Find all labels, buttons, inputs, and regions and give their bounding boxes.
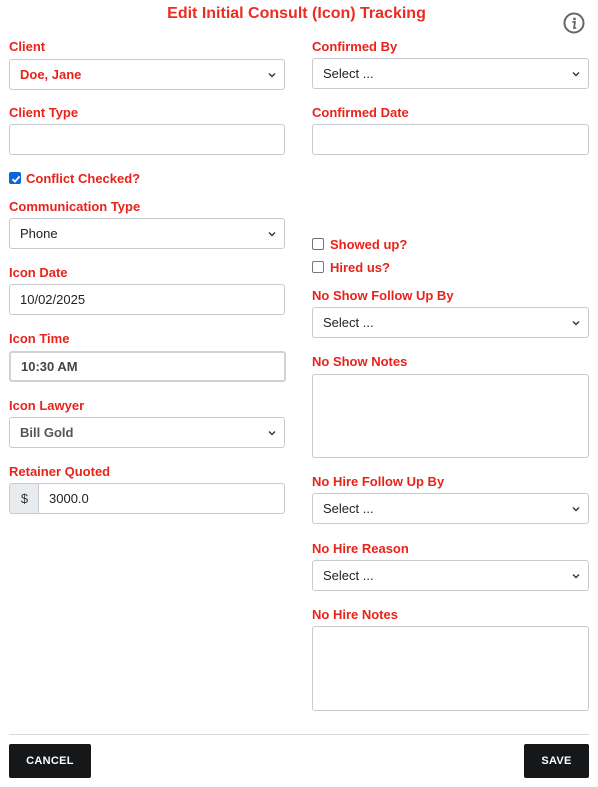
chevron-down-icon bbox=[572, 507, 580, 512]
hired-us-checkbox[interactable] bbox=[312, 261, 324, 273]
confirmed-by-label: Confirmed By bbox=[312, 39, 398, 54]
no-hire-reason-select[interactable]: Select ... bbox=[312, 560, 589, 591]
no-show-follow-up-select[interactable]: Select ... bbox=[312, 307, 589, 338]
icon-lawyer-select[interactable]: Bill Gold bbox=[9, 417, 285, 448]
confirmed-by-value: Select ... bbox=[323, 66, 374, 81]
no-show-notes-textarea[interactable] bbox=[312, 374, 589, 458]
icon-date-value: 10/02/2025 bbox=[20, 292, 86, 307]
icon-date-label: Icon Date bbox=[9, 265, 68, 280]
no-hire-notes-textarea[interactable] bbox=[312, 626, 589, 711]
confirmed-by-select[interactable]: Select ... bbox=[312, 58, 589, 89]
chevron-down-icon bbox=[572, 574, 580, 579]
no-hire-follow-up-value: Select ... bbox=[323, 501, 374, 516]
chevron-down-icon bbox=[572, 72, 580, 77]
communication-type-select[interactable]: Phone bbox=[9, 218, 285, 249]
icon-lawyer-label: Icon Lawyer bbox=[9, 398, 85, 413]
client-label: Client bbox=[9, 39, 46, 54]
no-show-follow-up-value: Select ... bbox=[323, 315, 374, 330]
conflict-checked-label: Conflict Checked? bbox=[26, 171, 141, 186]
no-hire-reason-label: No Hire Reason bbox=[312, 541, 409, 556]
retainer-quoted-value: 3000.0 bbox=[49, 491, 89, 506]
communication-type-value: Phone bbox=[20, 226, 58, 241]
icon-time-field[interactable]: 10:30 AM bbox=[9, 351, 286, 382]
showed-up-checkbox[interactable] bbox=[312, 238, 324, 250]
no-hire-follow-up-label: No Hire Follow Up By bbox=[312, 474, 445, 489]
icon-lawyer-value: Bill Gold bbox=[20, 425, 74, 440]
communication-type-label: Communication Type bbox=[9, 199, 141, 214]
no-hire-follow-up-select[interactable]: Select ... bbox=[312, 493, 589, 524]
confirmed-date-label: Confirmed Date bbox=[312, 105, 409, 120]
checkmark-icon bbox=[11, 175, 21, 183]
conflict-checked-checkbox[interactable] bbox=[9, 172, 21, 184]
no-hire-notes-label: No Hire Notes bbox=[312, 607, 398, 622]
chevron-down-icon bbox=[268, 232, 276, 237]
retainer-quoted-field[interactable]: 3000.0 bbox=[38, 483, 285, 514]
retainer-quoted-label: Retainer Quoted bbox=[9, 464, 111, 479]
client-select[interactable]: Doe, Jane bbox=[9, 59, 285, 90]
showed-up-label: Showed up? bbox=[330, 237, 408, 252]
no-hire-reason-value: Select ... bbox=[323, 568, 374, 583]
no-show-notes-label: No Show Notes bbox=[312, 354, 408, 369]
chevron-down-icon bbox=[572, 321, 580, 326]
info-circle-icon[interactable] bbox=[563, 12, 585, 34]
confirmed-date-field[interactable] bbox=[312, 124, 589, 155]
page-title: Edit Initial Consult (Icon) Tracking bbox=[167, 5, 426, 22]
client-type-field[interactable] bbox=[9, 124, 285, 155]
icon-date-field[interactable]: 10/02/2025 bbox=[9, 284, 285, 315]
hired-us-label: Hired us? bbox=[330, 260, 390, 275]
chevron-down-icon bbox=[268, 73, 276, 78]
icon-time-value: 10:30 AM bbox=[21, 359, 78, 374]
save-button[interactable]: SAVE bbox=[524, 744, 589, 778]
no-show-follow-up-label: No Show Follow Up By bbox=[312, 288, 454, 303]
footer-divider bbox=[9, 734, 589, 735]
currency-prefix: $ bbox=[9, 483, 39, 514]
cancel-button[interactable]: CANCEL bbox=[9, 744, 91, 778]
icon-time-label: Icon Time bbox=[9, 331, 70, 346]
chevron-down-icon bbox=[268, 431, 276, 436]
client-value: Doe, Jane bbox=[20, 67, 82, 82]
client-type-label: Client Type bbox=[9, 105, 79, 120]
